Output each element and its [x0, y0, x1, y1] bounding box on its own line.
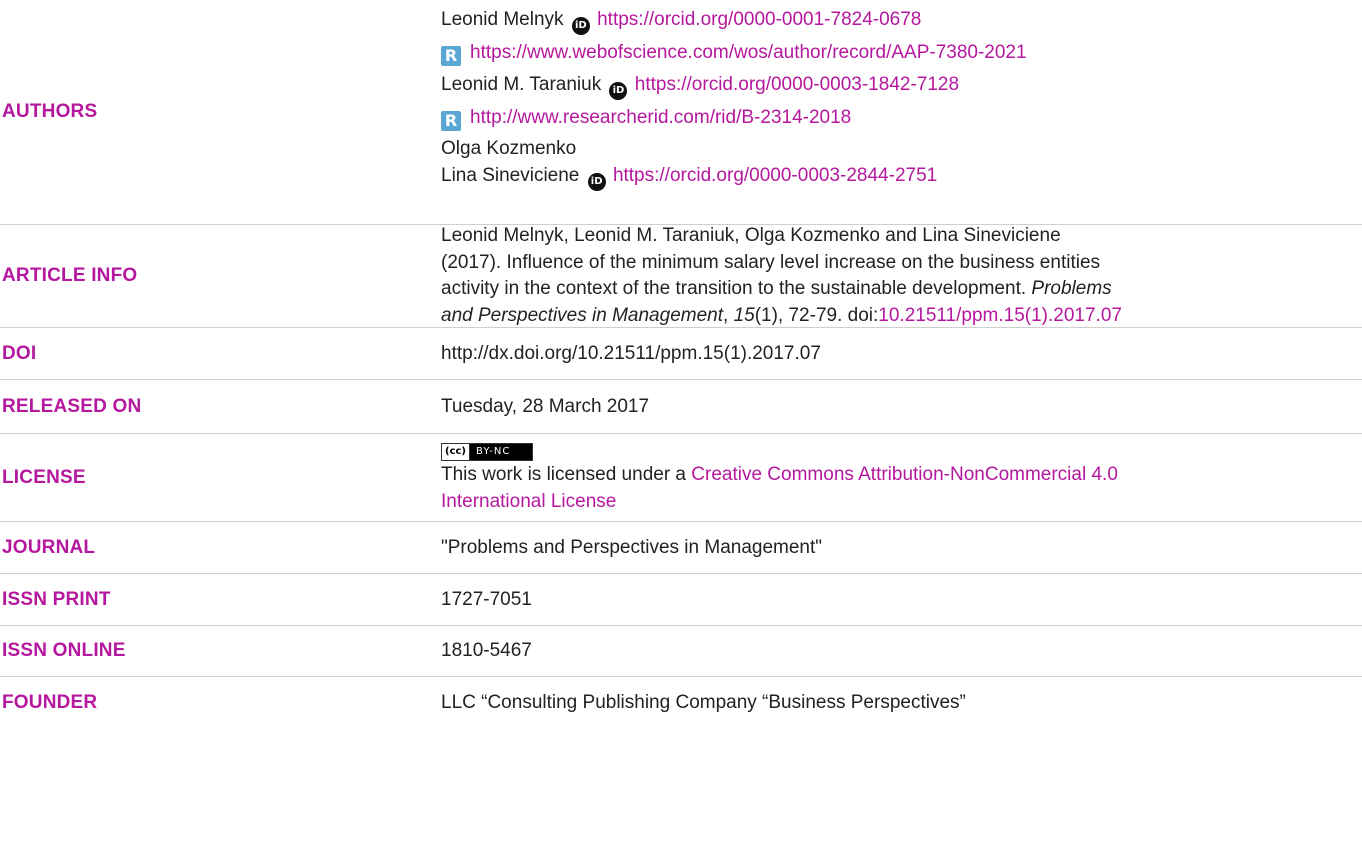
journal-value: "Problems and Perspectives in Management…	[441, 536, 823, 558]
citation-line: (2017). Influence of the minimum salary …	[441, 251, 1101, 273]
researcherid-entry: Rhttps://www.webofscience.com/wos/author…	[441, 40, 1362, 67]
citation-text: ,	[723, 304, 734, 326]
released-row: RELEASED ON Tuesday, 28 March 2017	[0, 380, 1362, 434]
orcid-link[interactable]: https://orcid.org/0000-0003-2844-2751	[613, 165, 937, 186]
issn-print-label: ISSN PRINT	[2, 588, 111, 610]
orcid-link[interactable]: https://orcid.org/0000-0003-1842-7128	[635, 74, 959, 95]
license-link[interactable]: Creative Commons Attribution-NonCommerci…	[691, 464, 1118, 485]
researcherid-link[interactable]: http://www.researcherid.com/rid/B-2314-2…	[470, 107, 851, 128]
authors-list: Leonid Melnyk iD https://orcid.org/0000-…	[441, 7, 1362, 191]
citation-line: and Perspectives in Management, 15(1), 7…	[441, 303, 1362, 330]
author-entry: Lina Sineviciene iD https://orcid.org/00…	[441, 163, 1362, 191]
orcid-id-icon: iD	[609, 81, 628, 100]
journal-label: JOURNAL	[2, 536, 96, 558]
article-info-label: ARTICLE INFO	[2, 265, 138, 286]
author-entry: Leonid Melnyk iD https://orcid.org/0000-…	[441, 7, 1362, 35]
license-row: LICENSE (cc) BY-NC This work is licensed …	[0, 434, 1362, 522]
issn-print-row: ISSN PRINT 1727-7051	[0, 574, 1362, 626]
cc-by-nc-text: BY-NC	[470, 444, 533, 460]
issn-online-value: 1810-5467	[441, 639, 532, 661]
citation-line: Leonid Melnyk, Leonid M. Taraniuk, Olga …	[441, 225, 1061, 246]
journal-italic: Problems	[1031, 278, 1112, 299]
doi-link[interactable]: 10.21511/ppm.15(1).2017.07	[878, 305, 1122, 326]
doi-value: http://dx.doi.org/10.21511/ppm.15(1).201…	[441, 342, 821, 364]
released-label: RELEASED ON	[2, 395, 142, 417]
doi-row: DOI http://dx.doi.org/10.21511/ppm.15(1)…	[0, 328, 1362, 380]
license-label: LICENSE	[2, 466, 86, 488]
author-entry: Olga Kozmenko	[441, 136, 1362, 163]
cc-icon: (cc)	[442, 444, 470, 460]
authors-row: AUTHORS Leonid Melnyk iD https://orcid.o…	[0, 0, 1362, 225]
released-value: Tuesday, 28 March 2017	[441, 395, 650, 417]
journal-italic: and Perspectives in Management	[441, 304, 723, 326]
author-entry: Leonid M. Taraniuk iD https://orcid.org/…	[441, 72, 1362, 100]
volume-italic: 15	[733, 304, 755, 326]
orcid-link[interactable]: https://orcid.org/0000-0001-7824-0678	[597, 9, 921, 30]
founder-row: FOUNDER LLC “Consulting Publishing Compa…	[0, 677, 1362, 729]
founder-value: LLC “Consulting Publishing Company “Busi…	[441, 691, 966, 713]
researcherid-entry: Rhttp://www.researcherid.com/rid/B-2314-…	[441, 105, 1362, 132]
researcherid-link[interactable]: https://www.webofscience.com/wos/author/…	[470, 42, 1027, 63]
authors-label: AUTHORS	[2, 101, 98, 122]
license-text: This work is licensed under a	[441, 464, 692, 485]
author-name: Olga Kozmenko	[441, 138, 577, 159]
license-content: (cc) BY-NC This work is licensed under a …	[441, 440, 1362, 515]
author-name: Lina Sineviciene	[441, 164, 580, 186]
researcherid-icon: R	[441, 110, 461, 131]
journal-row: JOURNAL "Problems and Perspectives in Ma…	[0, 522, 1362, 574]
citation-line: activity in the context of the transitio…	[441, 276, 1362, 303]
orcid-id-icon: iD	[571, 17, 590, 35]
citation-text: activity in the context of the transitio…	[441, 278, 1032, 299]
article-citation: Leonid Melnyk, Leonid M. Taraniuk, Olga …	[441, 223, 1362, 329]
citation-text: (1), 72-79. doi:	[754, 304, 879, 326]
issn-print-value: 1727-7051	[441, 588, 532, 610]
doi-label: DOI	[2, 342, 37, 364]
article-info-row: ARTICLE INFO Leonid Melnyk, Leonid M. Ta…	[0, 225, 1362, 328]
researcherid-icon: R	[441, 46, 461, 66]
license-text-line: International License	[441, 489, 1362, 516]
orcid-id-icon: iD	[587, 172, 606, 191]
author-name: Leonid Melnyk	[441, 9, 564, 30]
license-text-line: This work is licensed under a Creative C…	[441, 462, 1362, 489]
cc-badge[interactable]: (cc) BY-NC	[441, 440, 1362, 461]
founder-label: FOUNDER	[2, 692, 98, 713]
issn-online-label: ISSN ONLINE	[2, 640, 126, 661]
issn-online-row: ISSN ONLINE 1810-5467	[0, 626, 1362, 677]
author-name: Leonid M. Taraniuk	[441, 73, 602, 95]
license-link[interactable]: International License	[441, 491, 616, 512]
